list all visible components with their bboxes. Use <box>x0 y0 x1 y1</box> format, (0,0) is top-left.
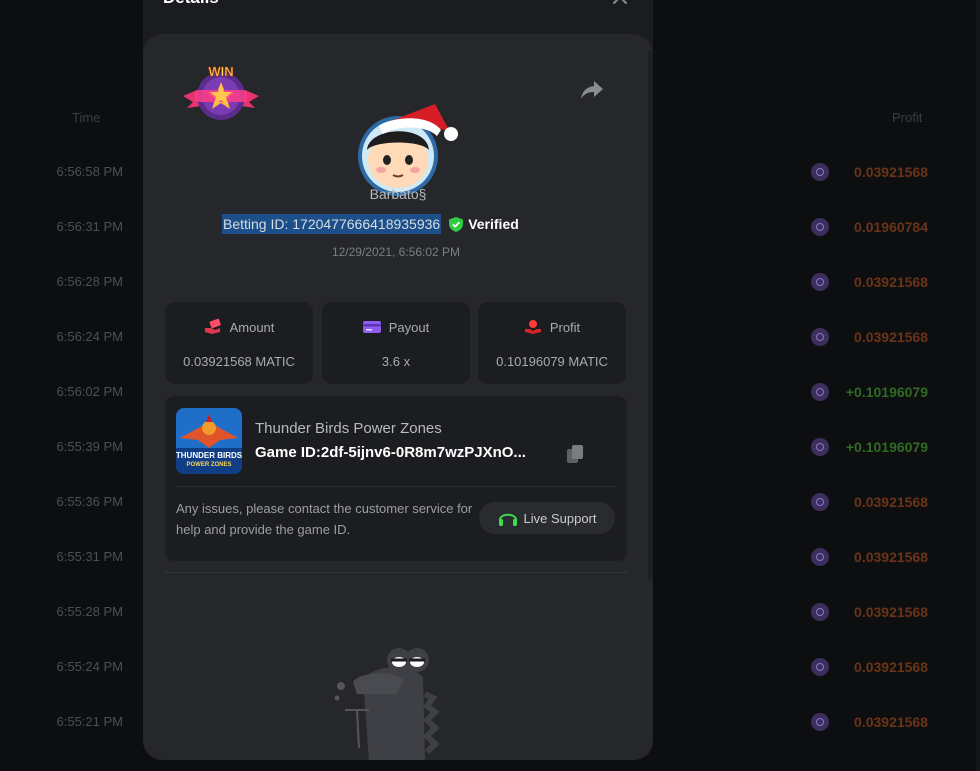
matic-coin-icon <box>811 713 829 731</box>
row-profit: 0.01960784 <box>854 219 928 235</box>
game-name[interactable]: Thunder Birds Power Zones <box>255 420 442 437</box>
divider <box>165 572 627 573</box>
row-profit: +0.10196079 <box>845 384 928 400</box>
modal-title: Details <box>163 0 219 8</box>
copy-icon[interactable] <box>566 444 584 464</box>
betting-id[interactable]: Betting ID: 1720477666418935936 <box>222 214 442 234</box>
wallet-hand-icon <box>204 319 221 334</box>
modal-scrollbar[interactable] <box>648 50 653 580</box>
page-scrollbar[interactable] <box>976 0 980 771</box>
amount-value: 0.03921568 MATIC <box>183 354 295 369</box>
row-time: 6:56:02 PM <box>56 384 124 399</box>
bet-detail-card: WIN Barbato§ Betting ID: 172047766641893… <box>143 34 653 760</box>
row-time: 6:56:28 PM <box>56 274 124 289</box>
betting-id-row: Betting ID: 1720477666418935936 Verified <box>222 212 519 236</box>
card-icon <box>362 321 381 333</box>
row-time: 6:55:21 PM <box>56 714 124 729</box>
payout-label: Payout <box>388 319 430 335</box>
row-profit: 0.03921568 <box>854 604 928 620</box>
row-time: 6:55:24 PM <box>56 659 124 674</box>
amount-stat: Amount 0.03921568 MATIC <box>165 302 313 384</box>
divider <box>176 486 616 487</box>
matic-coin-icon <box>811 328 829 346</box>
profit-value: 0.10196079 MATIC <box>496 354 608 369</box>
win-badge-icon: WIN <box>183 64 259 120</box>
column-header-time: Time <box>72 110 101 125</box>
live-support-button[interactable]: Live Support <box>479 502 615 534</box>
dinosaur-mascot-icon <box>334 648 440 760</box>
row-profit: 0.03921568 <box>854 329 928 345</box>
username: Barbato§ <box>369 186 427 202</box>
row-time: 6:55:36 PM <box>56 494 124 509</box>
bet-stats: Amount 0.03921568 MATIC Payout 3.6 x Pro… <box>165 302 627 384</box>
verified-label: Verified <box>468 216 519 232</box>
row-profit: 0.03921568 <box>854 494 928 510</box>
thumb-subtitle: POWER ZONES <box>186 462 231 468</box>
game-info-box: THUNDER BIRDS POWER ZONES Thunder Birds … <box>165 396 627 561</box>
matic-coin-icon <box>811 438 829 456</box>
row-time: 6:55:28 PM <box>56 604 124 619</box>
row-time: 6:56:58 PM <box>56 164 124 179</box>
bet-details-modal: Details WIN <box>143 0 653 760</box>
share-icon[interactable] <box>580 79 604 101</box>
matic-coin-icon <box>811 548 829 566</box>
payout-value: 3.6 x <box>381 354 411 369</box>
win-badge-text: WIN <box>208 64 233 79</box>
column-header-profit: Profit <box>892 110 923 125</box>
matic-coin-icon <box>811 218 829 236</box>
row-profit: 0.03921568 <box>854 549 928 565</box>
matic-coin-icon <box>811 493 829 511</box>
row-time: 6:56:24 PM <box>56 329 124 344</box>
bet-timestamp: 12/29/2021, 6:56:02 PM <box>331 245 461 259</box>
game-id: Game ID:2df-5ijnv6-0R8m7wzPJXnO... <box>255 444 526 461</box>
matic-coin-icon <box>811 658 829 676</box>
money-hand-icon <box>524 320 541 334</box>
row-time: 6:55:31 PM <box>56 549 124 564</box>
row-profit: +0.10196079 <box>845 439 928 455</box>
matic-coin-icon <box>811 273 829 291</box>
matic-coin-icon <box>811 163 829 181</box>
live-support-label: Live Support <box>523 510 597 526</box>
support-hint-text: Any issues, please contact the customer … <box>176 501 473 537</box>
row-time: 6:56:31 PM <box>56 219 124 234</box>
matic-coin-icon <box>811 603 829 621</box>
row-time: 6:55:39 PM <box>56 439 124 454</box>
row-profit: 0.03921568 <box>854 164 928 180</box>
close-icon[interactable] <box>611 0 629 6</box>
payout-stat: Payout 3.6 x <box>322 302 470 384</box>
profit-stat: Profit 0.10196079 MATIC <box>478 302 626 384</box>
game-thumbnail[interactable]: THUNDER BIRDS POWER ZONES <box>176 408 242 474</box>
amount-label: Amount <box>229 319 275 335</box>
verified-shield-icon <box>449 216 464 232</box>
headset-icon <box>498 513 517 526</box>
row-profit: 0.03921568 <box>854 274 928 290</box>
row-profit: 0.03921568 <box>854 714 928 730</box>
thumb-title: THUNDER BIRDS <box>176 451 242 460</box>
row-profit: 0.03921568 <box>854 659 928 675</box>
profit-label: Profit <box>549 319 581 335</box>
matic-coin-icon <box>811 383 829 401</box>
